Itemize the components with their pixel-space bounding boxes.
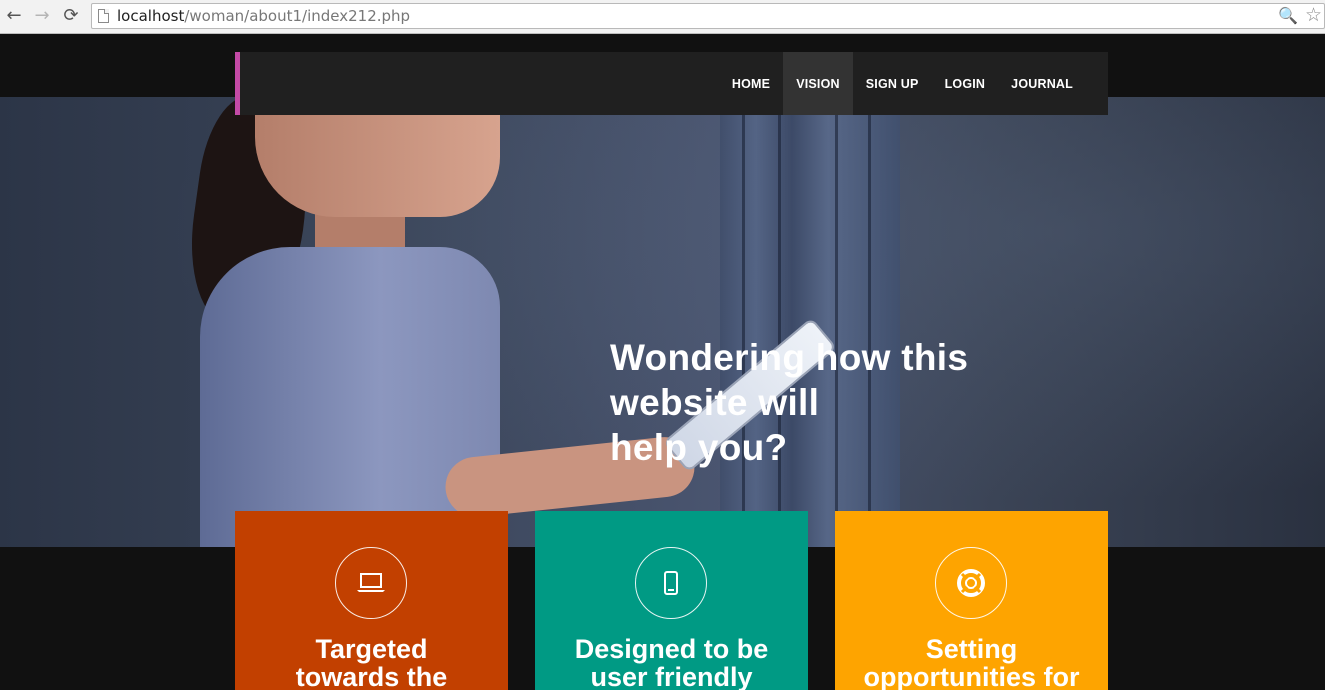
nav-vision[interactable]: VISION	[783, 52, 853, 115]
card-title-line: Targeted	[315, 634, 428, 664]
lifebuoy-icon	[935, 547, 1007, 619]
mobile-icon	[635, 547, 707, 619]
url-text[interactable]: localhost/woman/about1/index212.php	[117, 7, 410, 25]
hero-woman-photo	[179, 90, 835, 547]
card-title-line: Designed to be	[574, 634, 769, 664]
card-title-line: user friendly	[590, 662, 753, 690]
address-bar[interactable]: localhost/woman/about1/index212.php 🔍 ☆	[91, 3, 1325, 29]
forward-icon[interactable]: →	[32, 6, 52, 26]
card-title-line: opportunities for	[863, 662, 1080, 690]
laptop-icon	[335, 547, 407, 619]
hero-banner: Wondering how this website will help you…	[0, 90, 1325, 547]
feature-card-designed[interactable]: Designed to be user friendly	[535, 511, 808, 690]
hero-title-line: help you?	[610, 427, 788, 468]
card-title: Setting opportunities for	[835, 635, 1108, 690]
card-title: Designed to be user friendly	[535, 635, 808, 690]
nav-login[interactable]: LOGIN	[932, 52, 999, 115]
hero-title-line: website will	[610, 382, 820, 423]
back-icon[interactable]: ←	[4, 6, 24, 26]
door-groove	[868, 97, 871, 547]
door-groove	[778, 97, 781, 547]
reload-icon[interactable]: ⟳	[61, 6, 81, 26]
browser-toolbar: ← → ⟳ localhost/woman/about1/index212.ph…	[0, 0, 1325, 34]
feature-card-opportunities[interactable]: Setting opportunities for	[835, 511, 1108, 690]
main-nav: HOME VISION SIGN UP LOGIN JOURNAL	[719, 52, 1086, 115]
hero-title: Wondering how this website will help you…	[610, 335, 1030, 470]
bookmark-star-icon[interactable]: ☆	[1305, 4, 1322, 26]
page-icon	[98, 9, 109, 23]
card-title-line: Setting	[925, 634, 1018, 664]
feature-card-targeted[interactable]: Targeted towards the	[235, 511, 508, 690]
woman-face	[255, 97, 500, 217]
door-groove	[835, 97, 838, 547]
card-title-line: towards the	[295, 662, 448, 690]
page: Wondering how this website will help you…	[0, 35, 1325, 690]
card-title: Targeted towards the	[235, 635, 508, 690]
url-host: localhost	[117, 7, 185, 25]
nav-journal[interactable]: JOURNAL	[998, 52, 1086, 115]
site-header: HOME VISION SIGN UP LOGIN JOURNAL	[235, 52, 1108, 115]
nav-sign-up[interactable]: SIGN UP	[853, 52, 932, 115]
hero-title-line: Wondering how this	[610, 337, 969, 378]
nav-home[interactable]: HOME	[719, 52, 783, 115]
url-path: /woman/about1/index212.php	[184, 7, 411, 25]
zoom-icon[interactable]: 🔍	[1278, 6, 1298, 25]
door-groove	[742, 97, 745, 547]
